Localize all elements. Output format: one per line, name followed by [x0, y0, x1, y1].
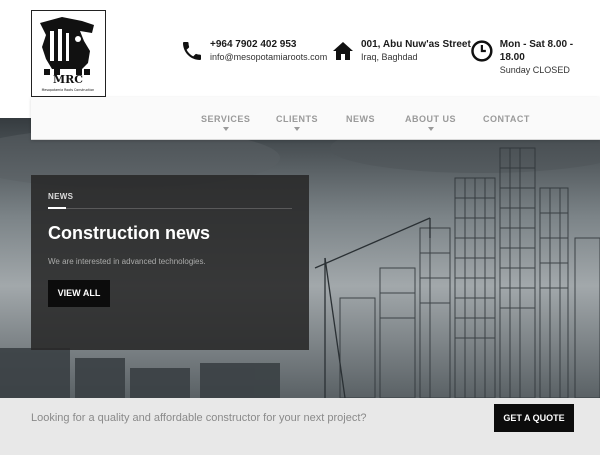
phone-number[interactable]: +964 7902 402 953 — [210, 38, 327, 51]
nav-label: ABOUT US — [405, 114, 456, 124]
header: MRC Mesopotamia Roots Construction +964 … — [0, 0, 600, 97]
get-a-quote-button[interactable]: GET A QUOTE — [494, 404, 574, 432]
card-divider — [48, 208, 292, 209]
company-logo[interactable]: MRC Mesopotamia Roots Construction — [31, 10, 106, 97]
nav-item-services[interactable]: SERVICES — [201, 114, 250, 131]
nav-item-clients[interactable]: CLIENTS — [276, 114, 318, 131]
card-description: We are interested in advanced technologi… — [48, 257, 206, 266]
page: MRC Mesopotamia Roots Construction +964 … — [0, 0, 600, 455]
logo-text: MRC — [53, 73, 83, 86]
city-country: Iraq, Baghdad — [361, 52, 418, 62]
view-all-button[interactable]: VIEW ALL — [48, 280, 110, 307]
closed-day: Sunday CLOSED — [499, 65, 570, 75]
clock-icon — [471, 40, 493, 62]
card-title: Construction news — [48, 223, 211, 243]
nav-label: NEWS — [346, 114, 375, 124]
nav-item-about-us[interactable]: ABOUT US — [405, 114, 456, 131]
nav-label: CONTACT — [483, 114, 530, 124]
card-divider-accent — [48, 207, 66, 209]
logo-subtext: Mesopotamia Roots Construction — [42, 88, 95, 92]
news-card: NEWS Construction news We are interested… — [31, 175, 309, 350]
card-label: NEWS — [48, 192, 74, 201]
nav-item-contact[interactable]: CONTACT — [483, 114, 530, 124]
chevron-down-icon — [294, 127, 300, 131]
contact-phone-block: +964 7902 402 953 info@mesopotamiaroots.… — [180, 38, 327, 63]
chevron-down-icon — [222, 127, 229, 131]
phone-icon — [183, 42, 201, 60]
hours-block: Mon - Sat 8.00 - 18.00 Sunday CLOSED — [470, 38, 600, 76]
home-icon — [333, 42, 353, 60]
street-address: 001, Abu Nuw'as Street — [361, 39, 471, 50]
opening-hours: Mon - Sat 8.00 - 18.00 — [499, 39, 574, 63]
main-nav: SERVICES CLIENTS NEWS ABOUT US CONTACT — [31, 97, 600, 140]
nav-label: SERVICES — [201, 114, 251, 124]
address-block: 001, Abu Nuw'as Street Iraq, Baghdad — [331, 38, 471, 63]
cta-text: Looking for a quality and affordable con… — [31, 412, 367, 424]
nav-item-news[interactable]: NEWS — [346, 114, 375, 124]
nav-label: CLIENTS — [276, 114, 319, 124]
email-address[interactable]: info@mesopotamiaroots.com — [210, 51, 327, 63]
chevron-down-icon — [427, 127, 434, 131]
cta-bar: Looking for a quality and affordable con… — [0, 398, 600, 455]
lamassu-logo-icon: MRC Mesopotamia Roots Construction — [32, 11, 105, 96]
